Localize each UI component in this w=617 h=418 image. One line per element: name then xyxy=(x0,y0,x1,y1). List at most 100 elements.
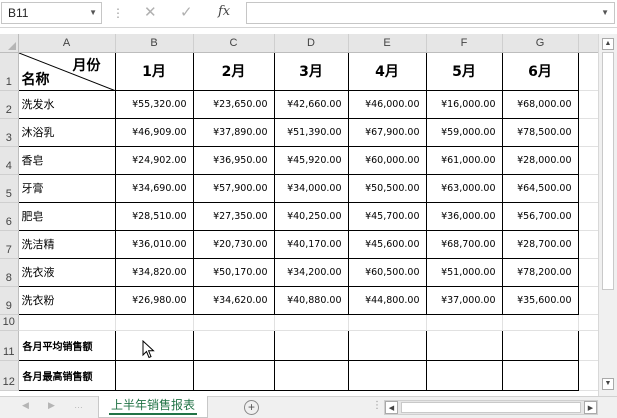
sales-cell[interactable]: ¥28,700.00 xyxy=(501,229,579,259)
max-sales-cell[interactable] xyxy=(114,359,194,391)
sales-cell[interactable]: ¥37,000.00 xyxy=(425,285,503,315)
empty-cell[interactable] xyxy=(274,314,349,331)
month-header-cell[interactable]: 4月 xyxy=(347,51,427,91)
sales-cell[interactable]: ¥24,902.00 xyxy=(114,145,194,175)
sales-cell[interactable]: ¥68,700.00 xyxy=(425,229,503,259)
row-header[interactable]: 1 xyxy=(0,52,19,91)
max-sales-cell[interactable] xyxy=(192,359,275,391)
sales-cell[interactable]: ¥55,320.00 xyxy=(114,89,194,119)
prev-sheet-icon[interactable]: ◀ xyxy=(22,400,29,411)
column-header[interactable]: E xyxy=(348,34,427,53)
column-header[interactable]: C xyxy=(193,34,275,53)
sales-cell[interactable]: ¥36,010.00 xyxy=(114,229,194,259)
sales-cell[interactable]: ¥35,600.00 xyxy=(501,285,579,315)
scroll-up-icon[interactable]: ▲ xyxy=(602,38,614,50)
empty-cell[interactable] xyxy=(578,202,599,231)
empty-cell[interactable] xyxy=(578,360,599,391)
product-name-cell[interactable]: 洗洁精 xyxy=(17,229,116,259)
sales-cell[interactable]: ¥34,000.00 xyxy=(273,173,349,203)
sales-cell[interactable]: ¥56,700.00 xyxy=(501,201,579,231)
row-header[interactable]: 7 xyxy=(0,230,19,259)
sales-cell[interactable]: ¥23,650.00 xyxy=(192,89,275,119)
sales-cell[interactable]: ¥45,920.00 xyxy=(273,145,349,175)
max-sales-cell[interactable] xyxy=(501,359,579,391)
avg-sales-cell[interactable] xyxy=(192,329,275,361)
horizontal-scrollbar[interactable]: ◀ ▶ xyxy=(384,400,598,415)
sales-cell[interactable]: ¥78,200.00 xyxy=(501,257,579,287)
next-sheet-icon[interactable]: ▶ xyxy=(48,400,55,411)
product-name-cell[interactable]: 沐浴乳 xyxy=(17,117,116,147)
empty-cell[interactable] xyxy=(578,230,599,259)
max-sales-cell[interactable] xyxy=(425,359,503,391)
sales-cell[interactable]: ¥28,510.00 xyxy=(114,201,194,231)
sales-cell[interactable]: ¥20,730.00 xyxy=(192,229,275,259)
name-box[interactable]: B11 ▼ xyxy=(1,2,102,24)
month-header-cell[interactable]: 3月 xyxy=(273,51,349,91)
empty-cell[interactable] xyxy=(578,90,599,119)
chevron-down-icon[interactable]: ▼ xyxy=(89,3,97,23)
empty-cell[interactable] xyxy=(578,314,599,331)
scroll-right-icon[interactable]: ▶ xyxy=(584,401,597,414)
sales-cell[interactable]: ¥64,500.00 xyxy=(501,173,579,203)
product-name-cell[interactable]: 洗发水 xyxy=(17,89,116,119)
month-header-cell[interactable]: 6月 xyxy=(501,51,579,91)
empty-cell[interactable] xyxy=(502,314,579,331)
scroll-down-icon[interactable]: ▼ xyxy=(602,378,614,390)
max-sales-cell[interactable] xyxy=(347,359,427,391)
sales-cell[interactable]: ¥59,000.00 xyxy=(425,117,503,147)
sales-cell[interactable]: ¥40,880.00 xyxy=(273,285,349,315)
sales-cell[interactable]: ¥42,660.00 xyxy=(273,89,349,119)
empty-cell[interactable] xyxy=(115,314,194,331)
enter-icon[interactable]: ✓ xyxy=(180,3,193,21)
empty-cell[interactable] xyxy=(578,174,599,203)
product-name-cell[interactable]: 洗衣液 xyxy=(17,257,116,287)
sales-cell[interactable]: ¥45,600.00 xyxy=(347,229,427,259)
empty-cell[interactable] xyxy=(578,330,599,361)
empty-cell[interactable] xyxy=(348,314,427,331)
avg-sales-cell[interactable] xyxy=(501,329,579,361)
horizontal-scroll-thumb[interactable] xyxy=(401,402,581,413)
column-header[interactable]: G xyxy=(502,34,579,53)
sales-cell[interactable]: ¥36,950.00 xyxy=(192,145,275,175)
sheet-tab-active[interactable]: 上半年销售报表 xyxy=(98,396,208,418)
row-header[interactable]: 10 xyxy=(0,314,19,331)
row-header[interactable]: 12 xyxy=(0,360,19,391)
sales-cell[interactable]: ¥27,350.00 xyxy=(192,201,275,231)
sales-cell[interactable]: ¥51,390.00 xyxy=(273,117,349,147)
sales-cell[interactable]: ¥61,000.00 xyxy=(425,145,503,175)
sales-cell[interactable]: ¥46,909.00 xyxy=(114,117,194,147)
sales-cell[interactable]: ¥40,250.00 xyxy=(273,201,349,231)
sales-cell[interactable]: ¥44,800.00 xyxy=(347,285,427,315)
row-header[interactable]: 5 xyxy=(0,174,19,203)
sales-cell[interactable]: ¥68,000.00 xyxy=(501,89,579,119)
empty-cell[interactable] xyxy=(578,146,599,175)
row-header[interactable]: 9 xyxy=(0,286,19,315)
sales-cell[interactable]: ¥50,170.00 xyxy=(192,257,275,287)
product-name-cell[interactable]: 肥皂 xyxy=(17,201,116,231)
sales-cell[interactable]: ¥26,980.00 xyxy=(114,285,194,315)
sales-cell[interactable]: ¥46,000.00 xyxy=(347,89,427,119)
row-header[interactable]: 6 xyxy=(0,202,19,231)
sales-cell[interactable]: ¥60,000.00 xyxy=(347,145,427,175)
row-header[interactable]: 11 xyxy=(0,330,19,361)
max-sales-cell[interactable] xyxy=(273,359,349,391)
column-header[interactable]: B xyxy=(115,34,194,53)
vertical-scroll-thumb[interactable] xyxy=(602,52,614,290)
sales-cell[interactable]: ¥40,170.00 xyxy=(273,229,349,259)
avg-sales-cell[interactable] xyxy=(425,329,503,361)
row-header[interactable]: 3 xyxy=(0,118,19,147)
sales-cell[interactable]: ¥50,500.00 xyxy=(347,173,427,203)
empty-cell[interactable] xyxy=(578,52,599,91)
select-all-corner[interactable] xyxy=(0,34,19,53)
product-name-cell[interactable]: 牙膏 xyxy=(17,173,116,203)
formula-input[interactable]: ▼ xyxy=(246,2,615,24)
sales-cell[interactable]: ¥60,500.00 xyxy=(347,257,427,287)
month-header-cell[interactable]: 1月 xyxy=(114,51,194,91)
column-header[interactable]: A xyxy=(18,34,116,53)
vertical-scrollbar[interactable]: ▲ ▼ xyxy=(598,34,617,396)
month-header-cell[interactable]: 2月 xyxy=(192,51,275,91)
column-header[interactable]: D xyxy=(274,34,349,53)
sales-cell[interactable]: ¥57,900.00 xyxy=(192,173,275,203)
empty-cell[interactable] xyxy=(578,258,599,287)
sales-cell[interactable]: ¥16,000.00 xyxy=(425,89,503,119)
